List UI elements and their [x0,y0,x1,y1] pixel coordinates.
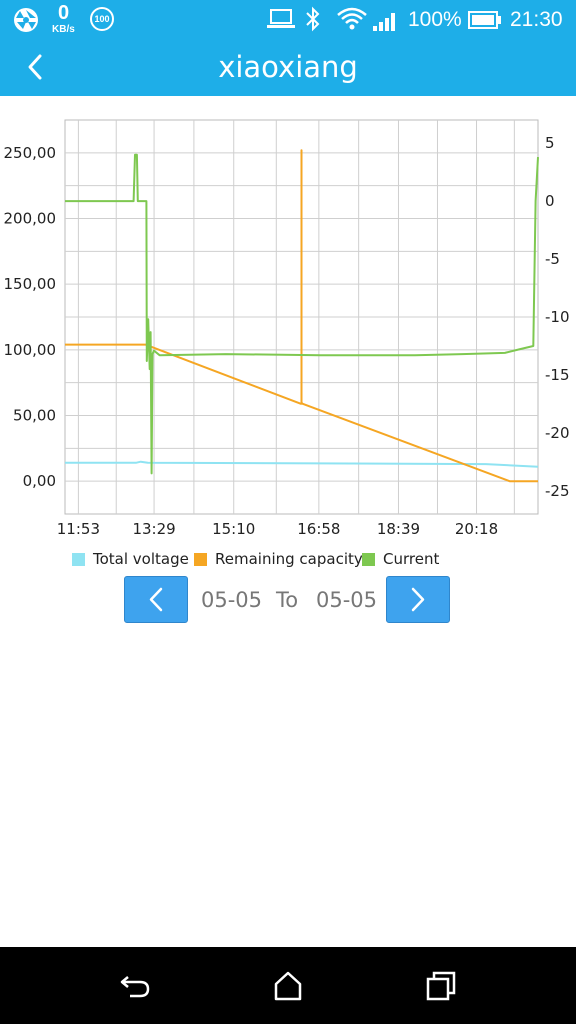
clock: 21:30 [510,8,563,31]
x-tick-label: 13:29 [132,520,175,538]
bluetooth-icon [306,6,320,32]
legend-item-capacity: Remaining capacity [194,550,363,568]
y-left-tick-label: 250,00 [4,144,57,162]
y-left-tick-label: 100,00 [4,341,57,359]
back-icon[interactable] [118,969,152,1003]
chart-legend: Total voltage Remaining capacity Current [0,550,576,572]
legend-swatch-current [362,552,375,566]
nav-bar: xiaoxiang [0,40,576,96]
y-left-tick-label: 50,00 [13,407,56,425]
aperture-icon [14,8,38,32]
battery-icon [468,11,501,29]
wifi-icon [337,7,367,30]
legend-label-current: Current [383,550,440,568]
y-left-tick-label: 0,00 [23,472,56,490]
date-range-controls: 05-05 To 05-05 [0,576,576,624]
y-left-tick-label: 200,00 [4,210,57,228]
y-right-tick-label: -5 [545,250,560,268]
home-icon[interactable] [271,969,305,1003]
legend-label-voltage: Total voltage [93,550,189,568]
laptop-icon [267,9,295,28]
y-right-tick-label: -25 [545,482,570,500]
y-right-tick-label: -15 [545,366,570,384]
status-badge: 100 [90,7,114,31]
y-right-tick-label: -10 [545,308,570,326]
chart-series [65,149,539,483]
chart: 11:53 13:29 15:10 16:58 18:39 20:18 0,00 50,00 1… [0,110,576,580]
legend-item-current: Current [362,550,439,568]
net-speed-value: 0 [58,2,70,24]
date-separator: To [276,588,299,612]
series-line-1 [65,149,538,483]
signal-icon [373,13,395,31]
y-right-tick-label: 5 [545,134,555,152]
line-chart: 11:53 13:29 15:10 16:58 18:39 20:18 0,00 50,00 1… [4,119,570,538]
chevron-right-icon [411,587,425,612]
x-tick-label: 18:39 [377,520,420,538]
next-date-button[interactable] [386,576,450,623]
date-to[interactable]: 05-05 [316,588,377,612]
legend-swatch-capacity [194,552,207,566]
page-title: xiaoxiang [218,50,358,84]
system-nav-bar [0,947,576,1024]
y-right-tick-label: 0 [545,192,555,210]
legend-swatch-voltage [72,552,85,566]
x-tick-label: 20:18 [455,520,498,538]
status-bar: 0 KB/s 100 100% 21:30 [0,0,576,40]
x-tick-label: 11:53 [57,520,100,538]
y-left-tick-label: 150,00 [4,275,57,293]
recents-icon[interactable] [424,969,458,1003]
prev-date-button[interactable] [124,576,188,623]
net-speed-unit: KB/s [52,24,75,35]
legend-label-capacity: Remaining capacity [215,550,363,568]
date-from[interactable]: 05-05 [201,588,262,612]
legend-item-voltage: Total voltage [72,550,189,568]
x-tick-label: 16:58 [297,520,340,538]
status-badge-label: 100 [94,14,110,24]
y-right-tick-label: -20 [545,424,570,442]
x-tick-label: 15:10 [212,520,255,538]
chart-axes: 11:53 13:29 15:10 16:58 18:39 20:18 0,00 50,00 1… [4,134,570,538]
app-header: 0 KB/s 100 100% 21:30 xiaoxiang [0,0,576,96]
battery-percent: 100% [408,8,462,31]
chevron-left-icon [149,587,163,612]
